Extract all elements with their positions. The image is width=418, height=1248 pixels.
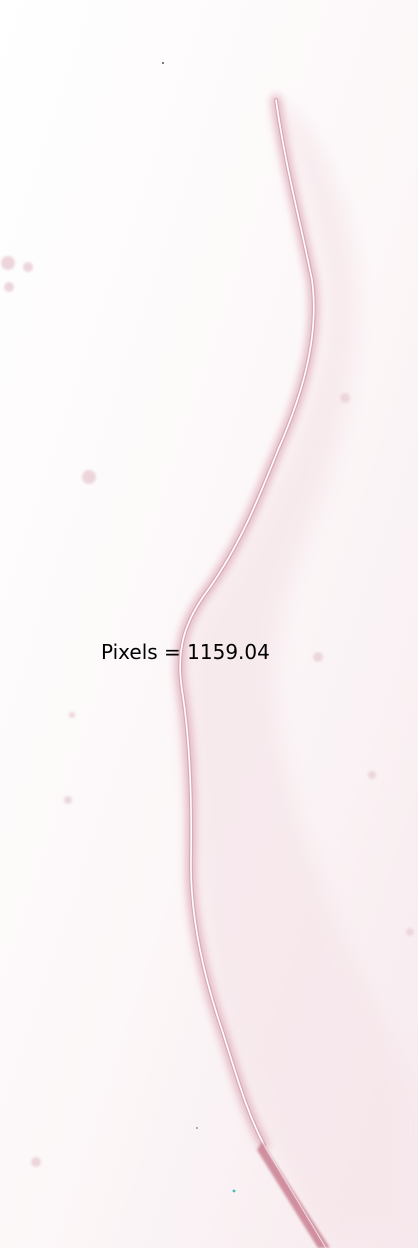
microscope-image	[0, 0, 418, 1248]
pixel-measurement-label: Pixels = 1159.04	[101, 640, 270, 664]
image-viewport: Pixels = 1159.04	[0, 0, 418, 1248]
